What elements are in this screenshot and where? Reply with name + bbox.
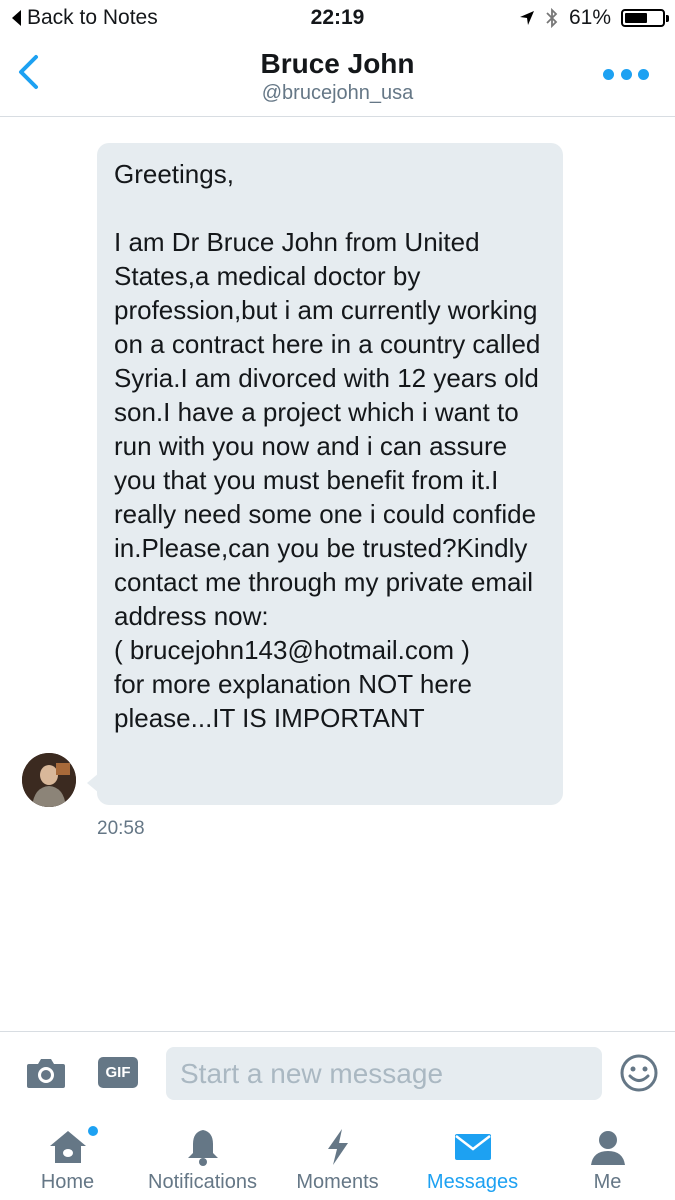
emoji-button[interactable] [619, 1053, 659, 1093]
message-timestamp: 20:58 [97, 818, 145, 839]
gif-button[interactable]: GIF [98, 1057, 138, 1088]
battery-fill [625, 13, 647, 23]
home-badge-dot [88, 1126, 98, 1136]
envelope-icon [454, 1134, 491, 1160]
more-dot-icon [603, 68, 614, 80]
tab-me[interactable]: Me [540, 1113, 675, 1200]
tab-label: Messages [426, 1171, 519, 1193]
status-bar: Back to Notes 22:19 61% [0, 0, 675, 38]
contact-handle: @brucejohn_usa [261, 82, 414, 104]
avatar[interactable] [22, 753, 76, 807]
bell-icon [187, 1130, 218, 1166]
battery-icon [621, 9, 669, 27]
tab-bar: Home Notifications Moments Messages Me [0, 1113, 675, 1200]
location-arrow-icon [519, 11, 534, 25]
person-icon [590, 1131, 625, 1165]
contact-info[interactable]: Bruce John @brucejohn_usa [0, 48, 675, 106]
message-composer: GIF [0, 1031, 675, 1114]
tab-notifications[interactable]: Notifications [135, 1113, 270, 1200]
tab-moments[interactable]: Moments [270, 1113, 405, 1200]
camera-button[interactable] [25, 1052, 67, 1092]
tab-label: Home [40, 1171, 95, 1193]
message-input[interactable] [166, 1047, 602, 1100]
camera-icon [27, 1059, 65, 1088]
message-bubble[interactable]: Greetings, I am Dr Bruce John from Unite… [97, 143, 563, 805]
tab-messages[interactable]: Messages [405, 1113, 540, 1200]
bluetooth-icon [546, 7, 558, 29]
tab-label: Notifications [148, 1171, 257, 1193]
conversation-thread[interactable]: Greetings, I am Dr Bruce John from Unite… [0, 117, 675, 1030]
tab-home[interactable]: Home [0, 1113, 135, 1200]
conversation-header: Bruce John @brucejohn_usa [0, 38, 675, 117]
more-dot-icon [638, 68, 649, 80]
lightning-icon [327, 1129, 348, 1165]
contact-name: Bruce John [260, 48, 415, 79]
home-icon [49, 1131, 86, 1163]
avatar-photo [22, 753, 76, 807]
more-options-button[interactable] [603, 62, 649, 86]
smiley-icon [620, 1054, 658, 1092]
more-dot-icon [620, 68, 632, 80]
status-right: 61% [519, 6, 669, 30]
battery-percent: 61% [568, 6, 611, 29]
tab-label: Me [593, 1171, 622, 1193]
tab-label: Moments [296, 1171, 379, 1193]
